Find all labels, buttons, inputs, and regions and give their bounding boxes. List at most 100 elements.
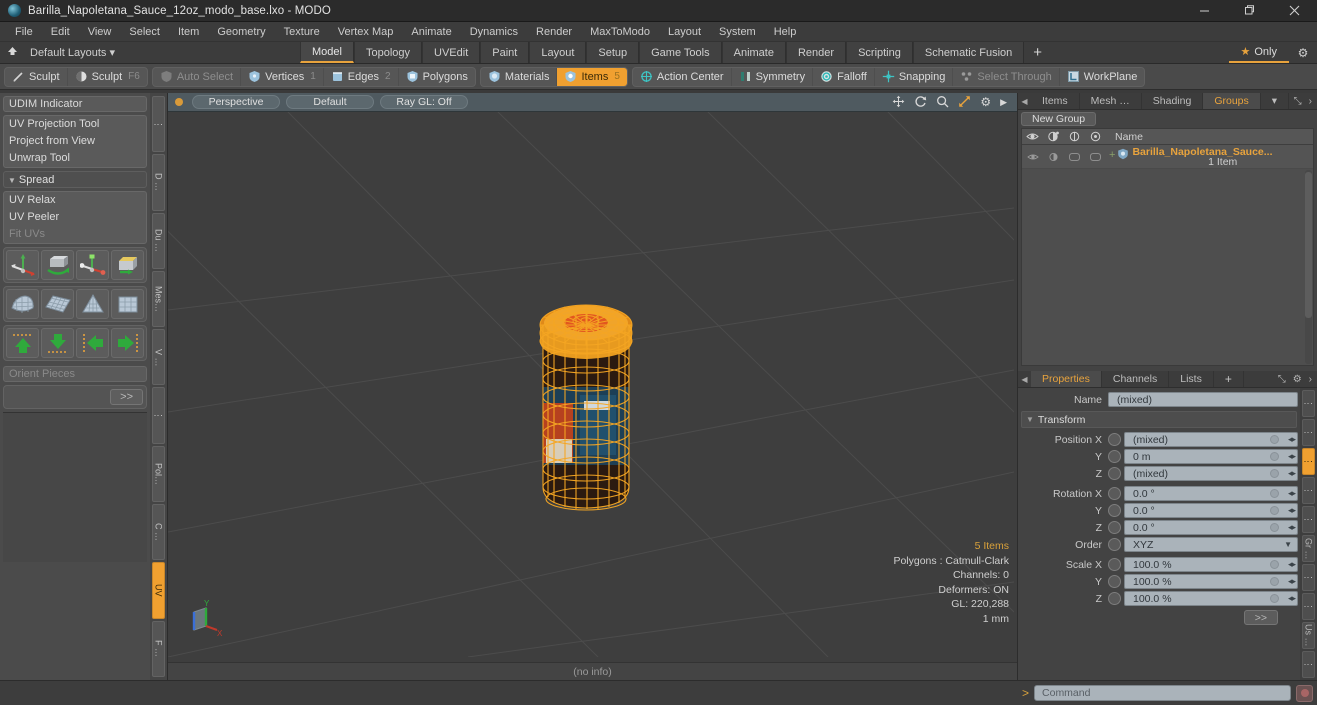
sphere-unwrap-icon[interactable]: [6, 289, 39, 319]
align-left-icon[interactable]: [76, 328, 109, 358]
viewport-shading-dropdown[interactable]: Default: [286, 95, 374, 109]
new-group-button[interactable]: New Group: [1021, 112, 1097, 126]
position-z-knob[interactable]: [1108, 467, 1121, 480]
viewport-raygl-toggle[interactable]: Ray GL: Off: [380, 95, 468, 109]
layout-tab-model[interactable]: Model: [300, 42, 354, 63]
layout-tab-setup[interactable]: Setup: [586, 42, 640, 63]
left-vtab-0[interactable]: ⋮: [152, 96, 165, 153]
scale-y-spinner[interactable]: ◂▸: [1288, 576, 1296, 587]
layout-tab-render[interactable]: Render: [785, 42, 847, 63]
left-vtab-vertex[interactable]: V …: [152, 329, 165, 386]
falloff-button[interactable]: Falloff: [813, 67, 875, 86]
rotation-x-minidot[interactable]: [1270, 489, 1279, 498]
polygons-button[interactable]: Polygons: [399, 68, 475, 86]
left-vtab-5[interactable]: ⋮: [152, 387, 165, 444]
menu-render[interactable]: Render: [527, 22, 581, 42]
rotate-icon[interactable]: [914, 95, 927, 110]
scale-z-knob[interactable]: [1108, 592, 1121, 605]
box-unwrap-icon[interactable]: [111, 289, 144, 319]
chevron-right-icon[interactable]: ▶: [1000, 97, 1007, 107]
rotation-y-input[interactable]: 0.0 ° ◂▸: [1124, 503, 1298, 518]
scale-z-input[interactable]: 100.0 % ◂▸: [1124, 591, 1298, 606]
layout-tab-game-tools[interactable]: Game Tools: [639, 42, 722, 63]
right-tab-items[interactable]: Items: [1031, 93, 1080, 109]
add-properties-tab-button[interactable]: +: [1214, 371, 1244, 387]
workplane-button[interactable]: WorkPlane: [1060, 68, 1145, 86]
edges-button[interactable]: Edges 2: [324, 67, 399, 86]
menu-item[interactable]: Item: [169, 22, 208, 42]
presets-button[interactable]: Sculpt F6: [68, 68, 147, 86]
sculpt-button[interactable]: Sculpt: [5, 67, 68, 86]
uv-projection-tool-item[interactable]: UV Projection Tool: [4, 116, 146, 133]
position-z-minidot[interactable]: [1270, 469, 1279, 478]
scale-x-spinner[interactable]: ◂▸: [1288, 559, 1296, 570]
gear-icon[interactable]: ⚙: [1289, 46, 1317, 60]
rotation-z-input[interactable]: 0.0 ° ◂▸: [1124, 520, 1298, 535]
props-vtab-1[interactable]: ⋮: [1302, 419, 1315, 446]
props-vtab-7[interactable]: ⋮: [1302, 593, 1315, 620]
add-layout-tab-button[interactable]: +: [1024, 42, 1052, 63]
position-y-minidot[interactable]: [1270, 452, 1279, 461]
rotation-x-spinner[interactable]: ◂▸: [1288, 488, 1296, 499]
select-icon[interactable]: [1085, 131, 1106, 142]
props-vtab-user[interactable]: Us …: [1302, 622, 1315, 649]
menu-vertex-map[interactable]: Vertex Map: [329, 22, 403, 42]
props-vtab-6[interactable]: ⋮: [1302, 564, 1315, 591]
menu-select[interactable]: Select: [120, 22, 169, 42]
left-vtab-duplicate[interactable]: Du …: [152, 212, 165, 269]
menu-texture[interactable]: Texture: [275, 22, 329, 42]
left-vtab-mesh[interactable]: Mes…: [152, 270, 165, 328]
viewport-menu-dot[interactable]: [175, 98, 183, 106]
props-vtab-9[interactable]: ⋮: [1302, 651, 1315, 678]
group-list-row[interactable]: + Barilla_Napoletana_Sauce... 1 Item: [1022, 145, 1313, 169]
chevron-right-icon[interactable]: ›: [1309, 96, 1312, 107]
auto-select-button[interactable]: Auto Select: [153, 67, 242, 86]
left-panel-more-button[interactable]: >>: [110, 389, 143, 405]
right-tabs-dropdown-icon[interactable]: ▾: [1261, 93, 1290, 109]
spread-section-header[interactable]: ▼ Spread: [3, 171, 147, 188]
snapping-button[interactable]: Snapping: [875, 67, 954, 86]
rotation-z-knob[interactable]: [1108, 521, 1121, 534]
scale-x-knob[interactable]: [1108, 558, 1121, 571]
plane-unwrap-icon[interactable]: [41, 289, 74, 319]
rotation-y-minidot[interactable]: [1270, 506, 1279, 515]
layout-tab-uvedit[interactable]: UVEdit: [422, 42, 481, 63]
position-x-knob[interactable]: [1108, 433, 1121, 446]
layout-tab-topology[interactable]: Topology: [353, 42, 423, 63]
home-icon[interactable]: [0, 46, 24, 60]
rotation-y-spinner[interactable]: ◂▸: [1288, 505, 1296, 516]
transform-section-header[interactable]: ▼ Transform: [1021, 411, 1297, 428]
group-list-body[interactable]: [1022, 169, 1313, 365]
expand-icon[interactable]: ⤡: [1294, 96, 1302, 107]
position-z-spinner[interactable]: ◂▸: [1288, 468, 1296, 479]
tab-channels[interactable]: Channels: [1102, 371, 1170, 387]
rotation-z-spinner[interactable]: ◂▸: [1288, 522, 1296, 533]
position-z-input[interactable]: (mixed) ◂▸: [1124, 466, 1298, 481]
group-list-scroll-thumb[interactable]: [1305, 172, 1312, 318]
right-tab-groups[interactable]: Groups: [1203, 93, 1261, 109]
minimize-button[interactable]: [1182, 0, 1227, 21]
row-render-toggle[interactable]: [1043, 152, 1064, 162]
align-up-icon[interactable]: [6, 328, 39, 358]
rotate-uv-icon[interactable]: [41, 250, 74, 280]
cone-unwrap-icon[interactable]: [76, 289, 109, 319]
left-vtab-uv[interactable]: UV: [152, 562, 165, 619]
right-tab-shading[interactable]: Shading: [1142, 93, 1204, 109]
right-tab-mesh[interactable]: Mesh …: [1080, 93, 1142, 109]
scale-z-minidot[interactable]: [1270, 594, 1279, 603]
rotation-x-knob[interactable]: [1108, 487, 1121, 500]
tab-lists[interactable]: Lists: [1169, 371, 1214, 387]
position-y-input[interactable]: 0 m ◂▸: [1124, 449, 1298, 464]
fit-icon[interactable]: [958, 95, 971, 110]
scale-x-input[interactable]: 100.0 % ◂▸: [1124, 557, 1298, 572]
row-eye-toggle[interactable]: [1022, 152, 1043, 162]
viewport-view-mode-dropdown[interactable]: Perspective: [192, 95, 280, 109]
scale-z-spinner[interactable]: ◂▸: [1288, 593, 1296, 604]
project-from-view-item[interactable]: Project from View: [4, 133, 146, 150]
row-lock-toggle[interactable]: [1064, 152, 1085, 162]
row-expand-icon[interactable]: +: [1109, 149, 1115, 161]
name-input[interactable]: (mixed): [1108, 392, 1298, 407]
eye-icon[interactable]: [1022, 131, 1043, 142]
layout-tab-schematic-fusion[interactable]: Schematic Fusion: [912, 42, 1025, 63]
zoom-icon[interactable]: [936, 95, 949, 110]
